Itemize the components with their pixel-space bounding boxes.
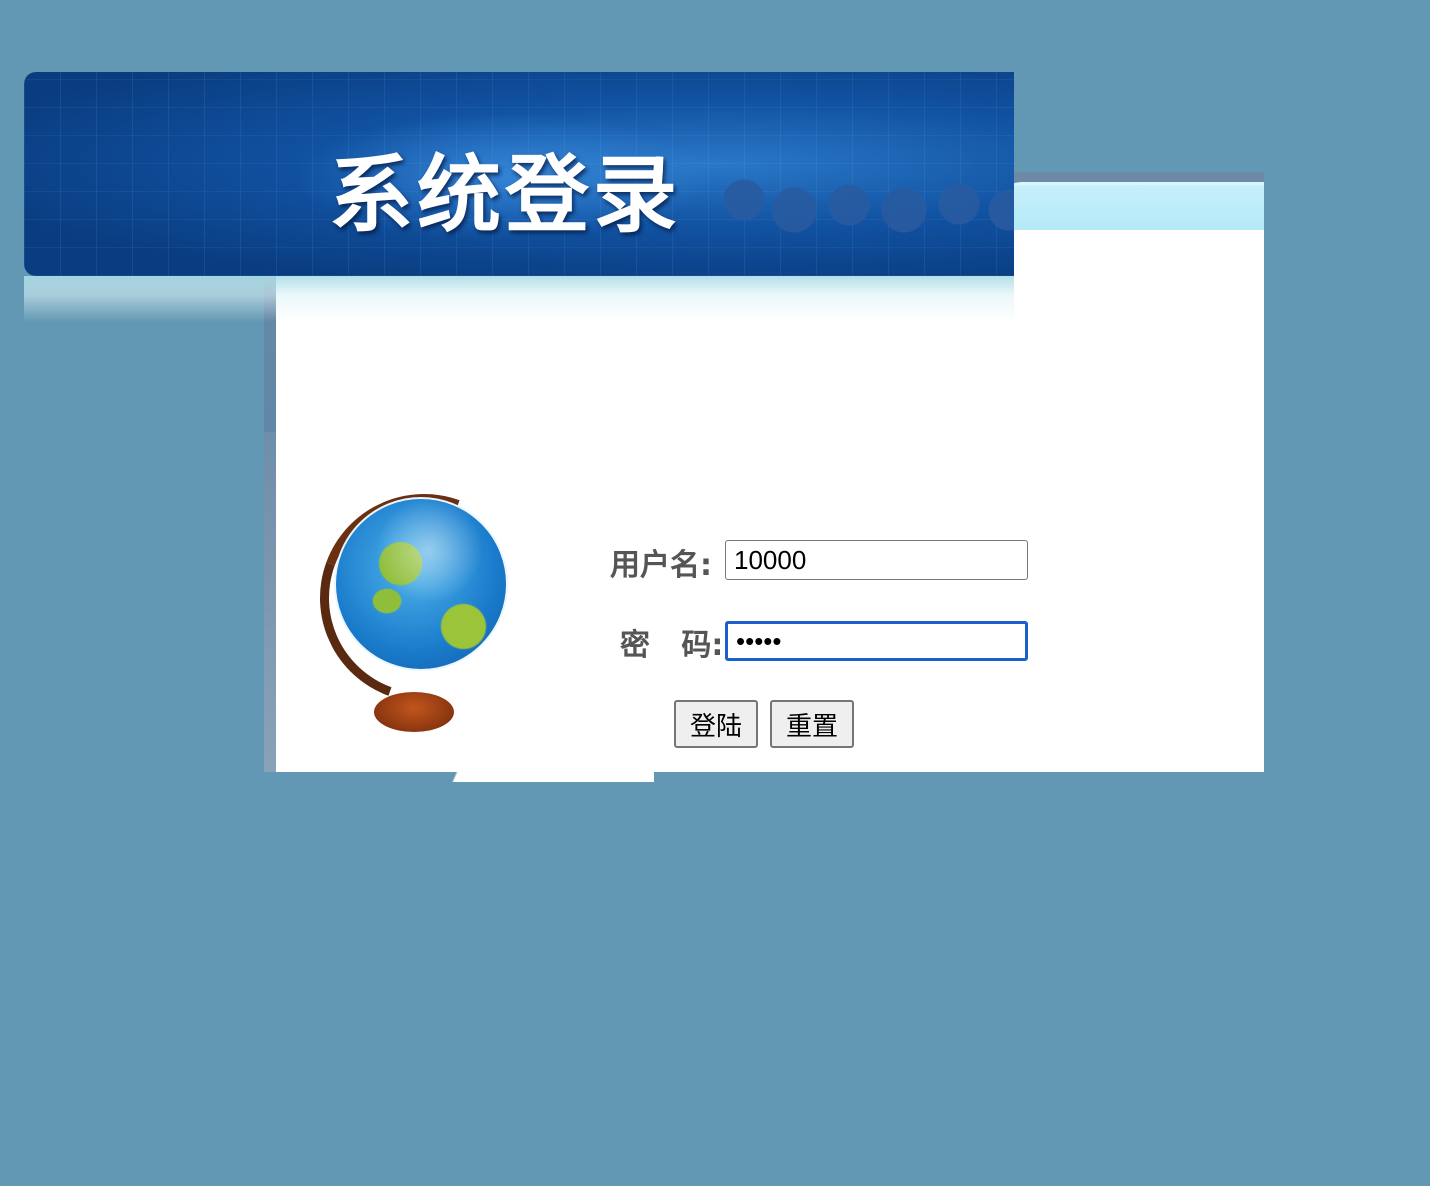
page-title: 系统登录 [329,146,682,244]
password-label: 密 码: [620,628,724,663]
password-input[interactable] [725,621,1028,661]
globe-mask [394,492,654,782]
login-button[interactable]: 登陆 [674,700,758,748]
username-input[interactable] [725,540,1028,580]
banner-shadow [24,276,1014,322]
header-banner: 系统登录 [24,72,1014,276]
username-label: 用户名: [610,548,712,583]
globe-icon [285,459,654,782]
banner-dots [724,170,1014,260]
reset-button[interactable]: 重置 [770,700,854,748]
panel-left-strip [264,432,276,772]
